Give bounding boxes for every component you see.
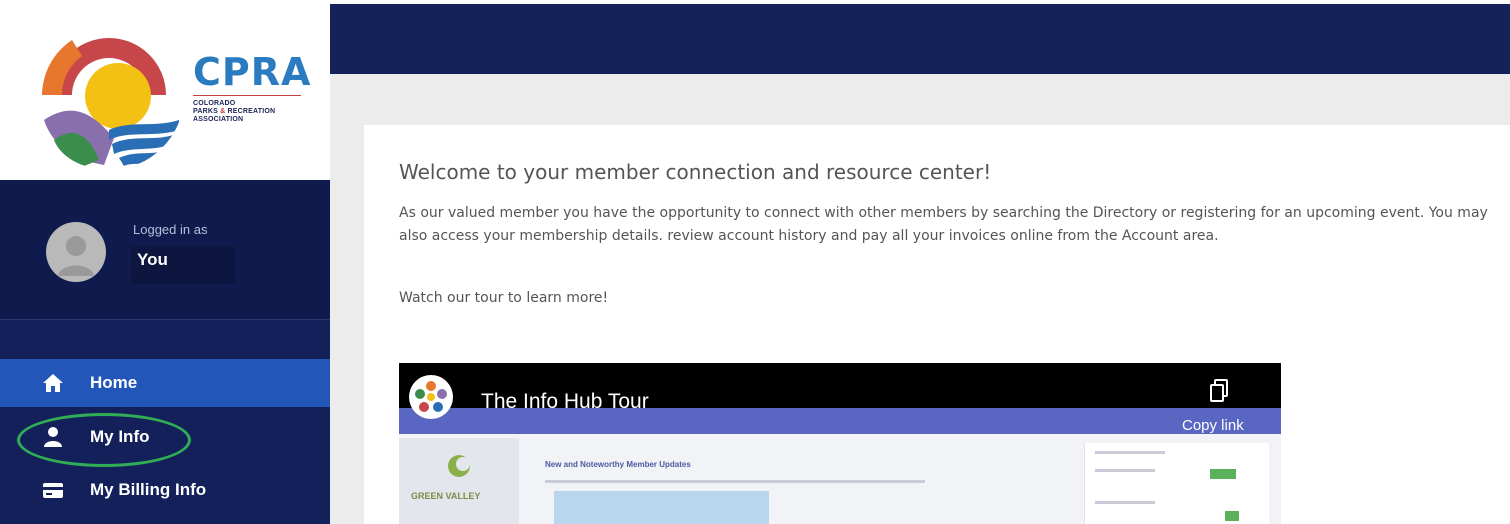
logo-subtitle-parks: PARKS <box>193 108 221 115</box>
copy-link-button[interactable]: Copy link <box>1182 417 1244 434</box>
video-text-line <box>545 480 925 483</box>
logo-subtitle-line-2: PARKS & RECREATION <box>193 108 311 116</box>
video-channel-logo-icon[interactable] <box>409 375 453 419</box>
tour-text: Watch our tour to learn more! <box>399 290 609 306</box>
logo-divider <box>193 95 301 96</box>
top-header-bar <box>330 4 1510 74</box>
sidebar-item-label: My Billing Info <box>90 480 207 499</box>
avatar[interactable] <box>46 222 106 282</box>
video-text-line <box>1095 501 1155 504</box>
user-name: You <box>137 250 168 269</box>
green-valley-logo-icon <box>448 455 470 477</box>
video-inner-heading: New and Noteworthy Member Updates <box>545 460 691 469</box>
user-name-box: You <box>131 246 235 284</box>
video-green-button <box>1210 469 1236 479</box>
page-title: Welcome to your member connection and re… <box>399 160 992 184</box>
video-text-line <box>1095 451 1165 454</box>
highlight-oval <box>17 413 191 467</box>
logo-subtitle-line-3: ASSOCIATION <box>193 116 244 123</box>
sidebar-item-home[interactable]: Home <box>0 359 330 407</box>
cpra-logo-icon[interactable] <box>34 20 184 170</box>
home-icon <box>43 374 63 392</box>
copy-icon[interactable] <box>1209 379 1229 403</box>
credit-card-icon <box>43 483 63 498</box>
video-right-panel <box>1084 443 1269 524</box>
logo-area: CPRA COLORADO PARKS & RECREATION ASSOCIA… <box>0 0 330 180</box>
video-green-button <box>1225 511 1239 521</box>
intro-paragraph: As our valued member you have the opport… <box>399 205 1488 244</box>
sidebar-item-label: Home <box>90 373 138 392</box>
logo-title: CPRA <box>193 50 312 94</box>
logged-in-label: Logged in as <box>133 222 208 237</box>
video-green-valley-text: GREEN VALLEY <box>411 491 481 501</box>
video-banner-image <box>554 491 769 524</box>
video-title[interactable]: The Info Hub Tour <box>481 390 649 414</box>
sidebar: Logged in as You Home My Info My Billing… <box>0 180 330 524</box>
sidebar-item-billing[interactable]: My Billing Info <box>0 466 330 514</box>
logo-subtitle-recreation: RECREATION <box>225 108 276 115</box>
tour-video-player[interactable]: GREEN VALLEY New and Noteworthy Member U… <box>399 363 1281 524</box>
video-text-line <box>1095 469 1155 472</box>
video-left-panel <box>399 438 519 524</box>
avatar-person-icon <box>58 236 94 276</box>
user-panel: Logged in as You <box>0 180 330 320</box>
logo-wordmark: CPRA COLORADO PARKS & RECREATION ASSOCIA… <box>193 52 311 124</box>
logo-subtitle-line-1: COLORADO <box>193 100 236 107</box>
